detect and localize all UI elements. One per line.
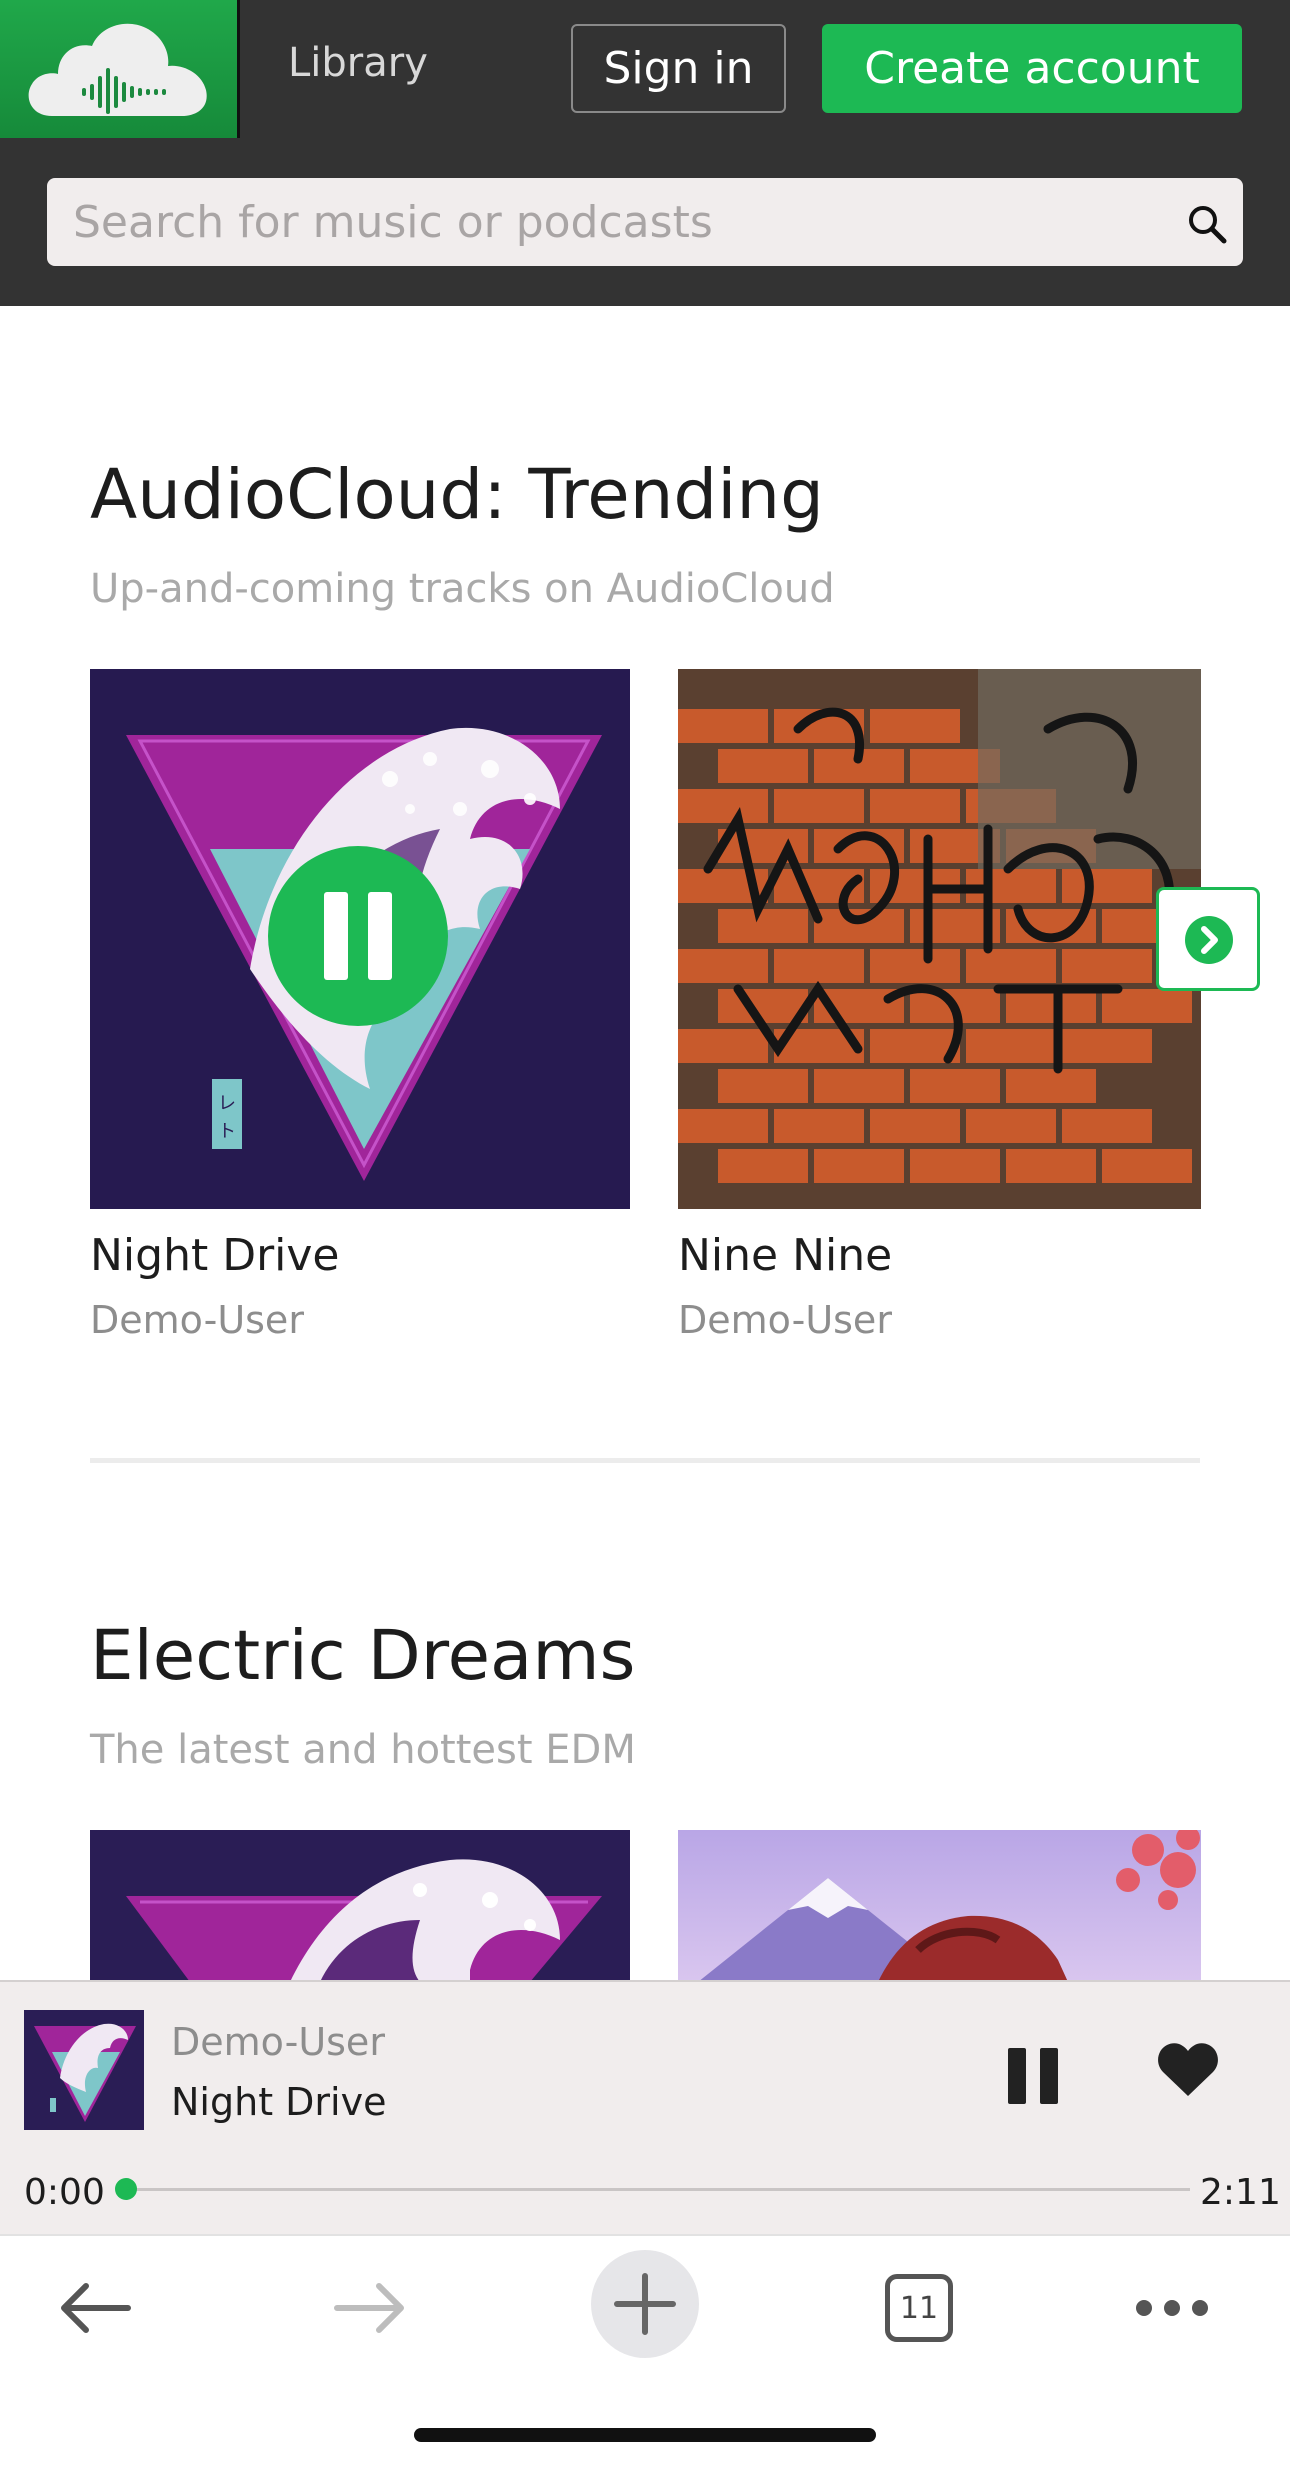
pause-icon-bar bbox=[1040, 2048, 1058, 2104]
more-icon[interactable] bbox=[1134, 2296, 1210, 2320]
sign-in-button[interactable]: Sign in bbox=[571, 24, 786, 113]
graffiti-artwork bbox=[678, 669, 1201, 1209]
pause-icon bbox=[1008, 2048, 1026, 2104]
total-time: 2:11 bbox=[1200, 2172, 1281, 2213]
track-title[interactable]: Nine Nine bbox=[678, 1230, 892, 1281]
great-wave-artwork bbox=[90, 1830, 630, 1982]
section-title: AudioCloud: Trending bbox=[90, 455, 824, 535]
svg-text:ト: ト bbox=[218, 1121, 236, 1142]
top-header: Library Sign in Create account bbox=[0, 0, 1290, 306]
create-account-button[interactable]: Create account bbox=[822, 24, 1242, 113]
new-tab-button[interactable] bbox=[591, 2250, 699, 2358]
section-divider bbox=[90, 1458, 1200, 1463]
now-playing-artwork[interactable] bbox=[24, 2010, 144, 2130]
track-artist[interactable]: Demo-User bbox=[90, 1298, 304, 1342]
now-playing-artist[interactable]: Demo-User bbox=[171, 2020, 385, 2064]
seek-bar[interactable] bbox=[115, 2178, 1190, 2200]
tabs-button[interactable]: 11 bbox=[885, 2274, 953, 2342]
seek-handle[interactable] bbox=[115, 2178, 137, 2200]
audiocloud-logo[interactable] bbox=[0, 0, 240, 138]
track-artist[interactable]: Demo-User bbox=[678, 1298, 892, 1342]
section-subtitle: The latest and hottest EDM bbox=[90, 1727, 636, 1773]
search-bar bbox=[47, 178, 1243, 266]
section-title: Electric Dreams bbox=[90, 1616, 636, 1696]
library-link[interactable]: Library bbox=[288, 40, 428, 86]
great-wave-artwork bbox=[24, 2010, 144, 2130]
search-icon[interactable] bbox=[1187, 204, 1227, 244]
cloud-logo-icon bbox=[28, 23, 207, 117]
home-indicator bbox=[414, 2428, 876, 2442]
new-tab-plus-icon bbox=[614, 2273, 676, 2335]
mountain-artwork bbox=[678, 1830, 1201, 1982]
chevron-right-icon bbox=[1185, 916, 1233, 964]
search-input[interactable] bbox=[73, 178, 1133, 266]
back-arrow-icon[interactable] bbox=[58, 2280, 132, 2336]
track-artwork[interactable] bbox=[90, 1830, 630, 1982]
pause-button[interactable] bbox=[1008, 2048, 1058, 2104]
track-title[interactable]: Night Drive bbox=[90, 1230, 340, 1281]
svg-text:レ: レ bbox=[218, 1093, 236, 1114]
track-artwork-nine-nine[interactable] bbox=[678, 669, 1201, 1209]
heart-icon[interactable] bbox=[1157, 2042, 1219, 2098]
pause-icon-bar bbox=[368, 892, 392, 980]
track-artwork[interactable] bbox=[678, 1830, 1201, 1982]
current-time: 0:00 bbox=[24, 2172, 105, 2213]
section-subtitle: Up-and-coming tracks on AudioCloud bbox=[90, 566, 835, 612]
pause-overlay-button[interactable] bbox=[268, 846, 448, 1026]
now-playing-title[interactable]: Night Drive bbox=[171, 2080, 386, 2124]
forward-arrow-icon[interactable] bbox=[333, 2280, 407, 2336]
now-playing-bar: Demo-User Night Drive 0:00 2:11 bbox=[0, 1980, 1290, 2234]
carousel-next-button[interactable] bbox=[1156, 887, 1260, 991]
pause-icon bbox=[324, 892, 348, 980]
